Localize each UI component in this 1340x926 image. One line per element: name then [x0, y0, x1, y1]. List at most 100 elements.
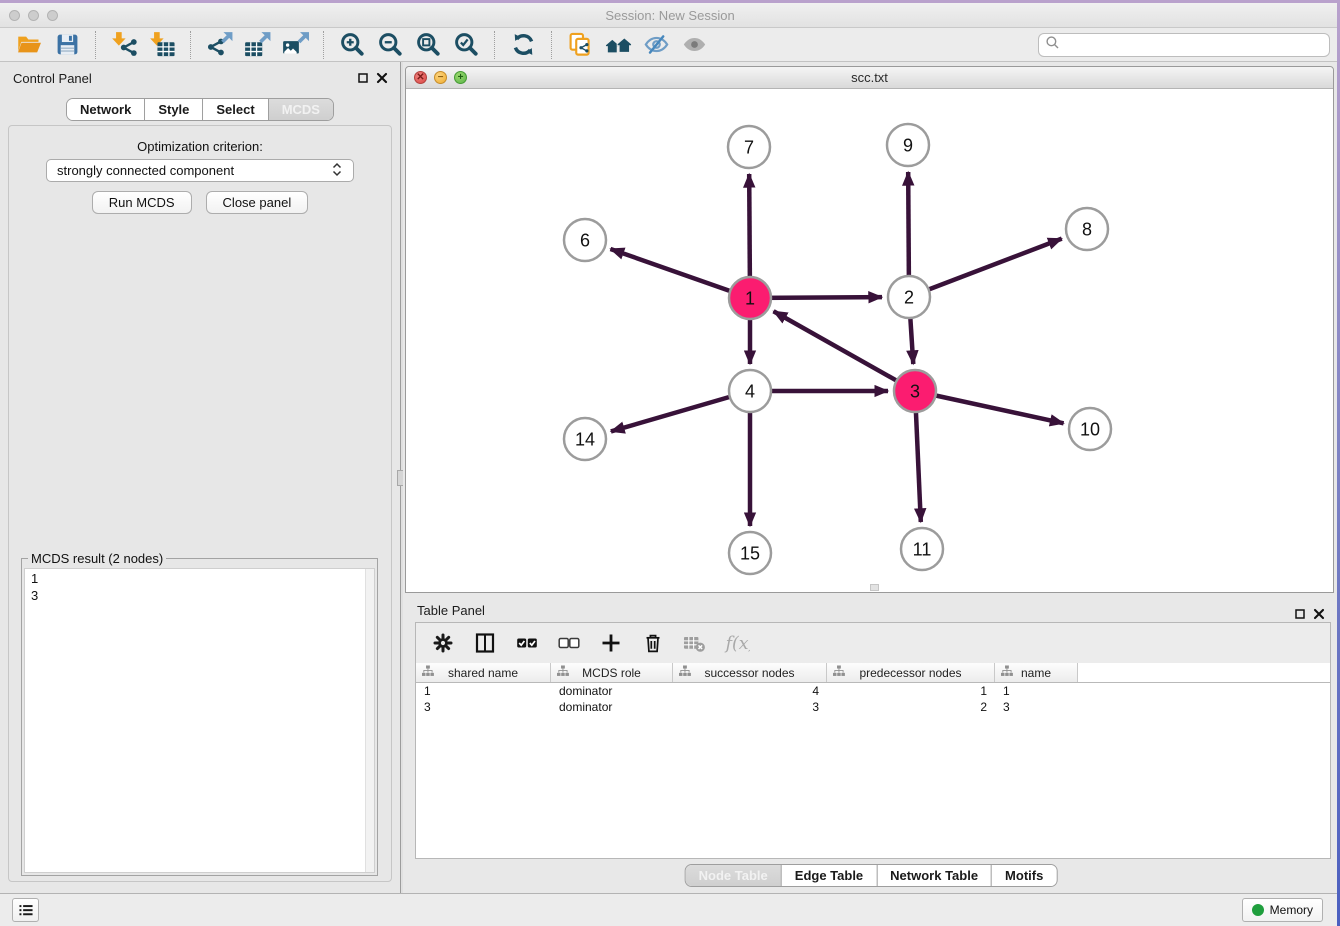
toolbar-separator [551, 31, 552, 59]
graph-node-10[interactable]: 10 [1069, 408, 1111, 450]
hide-selected-icon[interactable] [640, 30, 672, 60]
close-panel-icon[interactable] [376, 71, 388, 89]
network-graph[interactable]: 7 9 6 8 1 2 4 3 14 10 15 11 [406, 89, 1333, 592]
minimize-window-button[interactable] [28, 10, 39, 21]
zoom-in-icon[interactable] [336, 30, 368, 60]
memory-button[interactable]: Memory [1242, 898, 1323, 922]
import-network-icon[interactable] [108, 30, 140, 60]
main-area: Control Panel NetworkStyleSelectMCDS Opt… [0, 62, 1337, 893]
network-minimize-button[interactable]: − [434, 71, 447, 84]
run-mcds-button[interactable]: Run MCDS [92, 191, 192, 214]
save-session-icon[interactable] [51, 30, 83, 60]
combo-chevrons-icon [331, 162, 343, 180]
control-panel-tabs: NetworkStyleSelectMCDS [66, 98, 334, 121]
memory-status-icon [1252, 904, 1264, 916]
result-scrollbar[interactable] [365, 569, 374, 872]
mcds-result-area[interactable]: 1 3 [24, 568, 375, 873]
export-network-icon[interactable] [203, 30, 235, 60]
add-row-icon[interactable] [595, 628, 627, 658]
search-input[interactable] [1064, 38, 1323, 52]
tab-node-table[interactable]: Node Table [686, 865, 781, 886]
main-toolbar [0, 28, 1340, 62]
column-header-predecessor-nodes[interactable]: predecessor nodes [827, 663, 995, 682]
table-panel-title: Table Panel [417, 603, 485, 618]
edge-2-8[interactable] [909, 239, 1062, 297]
canvas-resize-grip[interactable] [870, 584, 879, 591]
split-view-icon[interactable] [469, 628, 501, 658]
open-session-icon[interactable] [13, 30, 45, 60]
table-cell[interactable]: 1 [416, 683, 551, 699]
zoom-fit-icon[interactable] [412, 30, 444, 60]
workspace-column: ✕ − + scc.txt 7968124314101511 Table Pan… [403, 62, 1337, 893]
graph-node-6[interactable]: 6 [564, 219, 606, 261]
show-all-networks-icon[interactable] [602, 30, 634, 60]
column-header-name[interactable]: name [995, 663, 1078, 682]
deselect-all-icon[interactable] [553, 628, 585, 658]
graph-node-3[interactable]: 3 [894, 370, 936, 412]
table-cell[interactable]: 4 [673, 683, 827, 699]
svg-text:9: 9 [903, 135, 913, 155]
table-row[interactable]: 3dominator323 [416, 699, 1330, 715]
float-panel-icon[interactable] [357, 71, 369, 89]
graph-node-15[interactable]: 15 [729, 532, 771, 574]
column-header-shared-name[interactable]: shared name [416, 663, 551, 682]
delete-row-icon[interactable] [637, 628, 669, 658]
column-header-successor-nodes[interactable]: successor nodes [673, 663, 827, 682]
graph-node-2[interactable]: 2 [888, 276, 930, 318]
network-canvas[interactable]: 7 9 6 8 1 2 4 3 14 10 15 11 [406, 89, 1333, 592]
table-cell[interactable]: dominator [551, 699, 673, 715]
close-window-button[interactable] [9, 10, 20, 21]
table-cell[interactable]: 1 [995, 683, 1078, 699]
zoom-window-button[interactable] [47, 10, 58, 21]
table-cell[interactable]: 3 [416, 699, 551, 715]
graph-node-1[interactable]: 1 [729, 277, 771, 319]
select-all-icon[interactable] [511, 628, 543, 658]
window-titlebar: Session: New Session [0, 3, 1340, 28]
export-image-icon[interactable] [279, 30, 311, 60]
table-cell[interactable]: 3 [673, 699, 827, 715]
table-cell[interactable]: 2 [827, 699, 995, 715]
zoom-out-icon[interactable] [374, 30, 406, 60]
apply-layout-icon[interactable] [507, 30, 539, 60]
graph-node-4[interactable]: 4 [729, 370, 771, 412]
graph-node-8[interactable]: 8 [1066, 208, 1108, 250]
settings-icon[interactable] [427, 628, 459, 658]
tab-select[interactable]: Select [202, 99, 267, 120]
tab-network[interactable]: Network [67, 99, 144, 120]
tab-style[interactable]: Style [144, 99, 202, 120]
table-row[interactable]: 1dominator411 [416, 683, 1330, 699]
optimization-criterion-select[interactable]: strongly connected component [46, 159, 354, 182]
graph-node-11[interactable]: 11 [901, 528, 943, 570]
show-panels-menu-button[interactable] [12, 898, 39, 922]
graph-node-9[interactable]: 9 [887, 124, 929, 166]
tab-network-table[interactable]: Network Table [876, 865, 991, 886]
export-table-icon[interactable] [241, 30, 273, 60]
network-maximize-button[interactable]: + [454, 71, 467, 84]
tab-edge-table[interactable]: Edge Table [781, 865, 876, 886]
tab-mcds[interactable]: MCDS [268, 99, 333, 120]
application-window: Session: New Session Control Panel Netwo… [0, 0, 1340, 926]
network-window-titlebar[interactable]: ✕ − + scc.txt [406, 67, 1333, 89]
network-close-button[interactable]: ✕ [414, 71, 427, 84]
zoom-selected-icon[interactable] [450, 30, 482, 60]
copy-network-icon[interactable] [564, 30, 596, 60]
table-cell[interactable]: dominator [551, 683, 673, 699]
attribute-tree-icon [422, 665, 434, 680]
search-box[interactable] [1038, 33, 1330, 57]
table-cell[interactable]: 1 [827, 683, 995, 699]
edge-3-10[interactable] [915, 391, 1064, 423]
graph-node-14[interactable]: 14 [564, 418, 606, 460]
table-panel: Table Panel f(x) shared nameMCDS rolesuc… [405, 598, 1337, 886]
import-table-icon[interactable] [146, 30, 178, 60]
network-window-title: scc.txt [406, 67, 1333, 89]
graph-node-7[interactable]: 7 [728, 126, 770, 168]
table-cell[interactable]: 3 [995, 699, 1078, 715]
delete-table-icon [679, 628, 711, 658]
tab-motifs[interactable]: Motifs [991, 865, 1056, 886]
table-tabs: Node TableEdge TableNetwork TableMotifs [685, 864, 1058, 887]
svg-text:11: 11 [913, 539, 932, 559]
close-panel-button[interactable]: Close panel [206, 191, 309, 214]
table-body: 1dominator4113dominator323 [416, 683, 1330, 715]
edge-3-1[interactable] [774, 311, 915, 391]
column-header-MCDS-role[interactable]: MCDS role [551, 663, 673, 682]
